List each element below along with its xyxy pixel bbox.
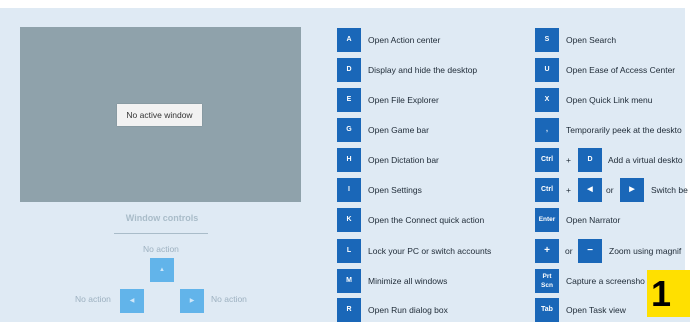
arrow-left-icon: ◀ — [587, 186, 593, 193]
shortcut-key-minus[interactable]: − — [578, 239, 602, 263]
shortcut-label-zoom: Zoom using magnif — [609, 246, 682, 256]
shortcut-label-dictation: Open Dictation bar — [368, 155, 439, 165]
shortcut-key-tab[interactable]: Tab — [535, 298, 559, 322]
shortcut-key-s[interactable]: S — [535, 28, 559, 52]
shortcut-key-plus[interactable]: + — [535, 239, 559, 263]
shortcut-label-desktop: Display and hide the desktop — [368, 65, 478, 75]
number-badge: 1 — [647, 270, 690, 317]
shortcut-key-r[interactable]: R — [337, 298, 361, 322]
shortcut-key-ctrl-switch[interactable]: Ctrl — [535, 178, 559, 202]
shortcut-key-x[interactable]: X — [535, 88, 559, 112]
shortcut-label-game-bar: Open Game bar — [368, 125, 429, 135]
shortcut-label-connect: Open the Connect quick action — [368, 215, 485, 225]
snap-up-button[interactable]: ▲ — [150, 258, 174, 282]
shortcut-label-ease-of-access: Open Ease of Access Center — [566, 65, 676, 75]
no-active-window-label: No active window — [117, 104, 202, 126]
shortcut-key-left-arrow[interactable]: ◀ — [578, 178, 602, 202]
shortcut-label-peek-desktop: Temporarily peek at the deskto — [566, 125, 682, 135]
shortcut-key-l[interactable]: L — [337, 239, 361, 263]
window-controls-heading: Window controls — [125, 213, 199, 223]
or-text-zoom: or — [565, 246, 573, 256]
shortcut-label-screenshot: Capture a screensho — [566, 276, 645, 286]
plus-sign-switch: + — [566, 185, 571, 195]
shortcut-key-e[interactable]: E — [337, 88, 361, 112]
shortcut-key-g[interactable]: G — [337, 118, 361, 142]
shortcut-key-h[interactable]: H — [337, 148, 361, 172]
shortcut-label-task-view: Open Task view — [566, 305, 626, 315]
shortcut-key-comma[interactable]: , — [535, 118, 559, 142]
shortcut-label-settings: Open Settings — [368, 185, 422, 195]
shortcut-label-action-center: Open Action center — [368, 35, 441, 45]
or-text-switch: or — [606, 185, 614, 195]
arrow-left-icon: ◀ — [129, 298, 135, 304]
left-no-action-label: No action — [75, 294, 111, 304]
shortcut-key-m[interactable]: M — [337, 269, 361, 293]
shortcut-label-narrator: Open Narrator — [566, 215, 621, 225]
shortcut-key-enter[interactable]: Enter — [535, 208, 559, 232]
shortcut-key-k[interactable]: K — [337, 208, 361, 232]
top-band — [0, 0, 690, 8]
shortcut-key-d[interactable]: D — [337, 58, 361, 82]
shortcut-key-a[interactable]: A — [337, 28, 361, 52]
snap-right-button[interactable]: ▶ — [180, 289, 204, 313]
shortcut-label-lock: Lock your PC or switch accounts — [368, 246, 492, 256]
shortcut-label-quick-link: Open Quick Link menu — [566, 95, 653, 105]
plus-sign: + — [566, 155, 571, 165]
shortcut-key-u[interactable]: U — [535, 58, 559, 82]
prt-text: Prt — [542, 273, 552, 280]
arrow-right-icon: ▶ — [189, 298, 195, 304]
shortcut-key-ctrl[interactable]: Ctrl — [535, 148, 559, 172]
shortcut-label-search: Open Search — [566, 35, 617, 45]
shortcut-label-virtual-desktop: Add a virtual deskto — [608, 155, 683, 165]
right-no-action-label: No action — [211, 294, 247, 304]
shortcut-label-switch-desktop: Switch be — [651, 185, 688, 195]
snap-left-button[interactable]: ◀ — [120, 289, 144, 313]
arrow-up-icon: ▲ — [159, 267, 165, 273]
shortcut-key-right-arrow[interactable]: ▶ — [620, 178, 644, 202]
shortcut-label-file-explorer: Open File Explorer — [368, 95, 439, 105]
shortcut-label-run: Open Run dialog box — [368, 305, 448, 315]
scn-text: Scn — [541, 282, 553, 289]
shortcut-key-d-virtual[interactable]: D — [578, 148, 602, 172]
arrow-right-icon: ▶ — [629, 186, 635, 193]
up-no-action-label: No action — [143, 244, 179, 254]
window-controls-divider — [114, 233, 208, 234]
shortcut-label-minimize: Minimize all windows — [368, 276, 448, 286]
shortcut-key-prtscn[interactable]: Prt Scn — [535, 269, 559, 293]
shortcut-key-i[interactable]: I — [337, 178, 361, 202]
